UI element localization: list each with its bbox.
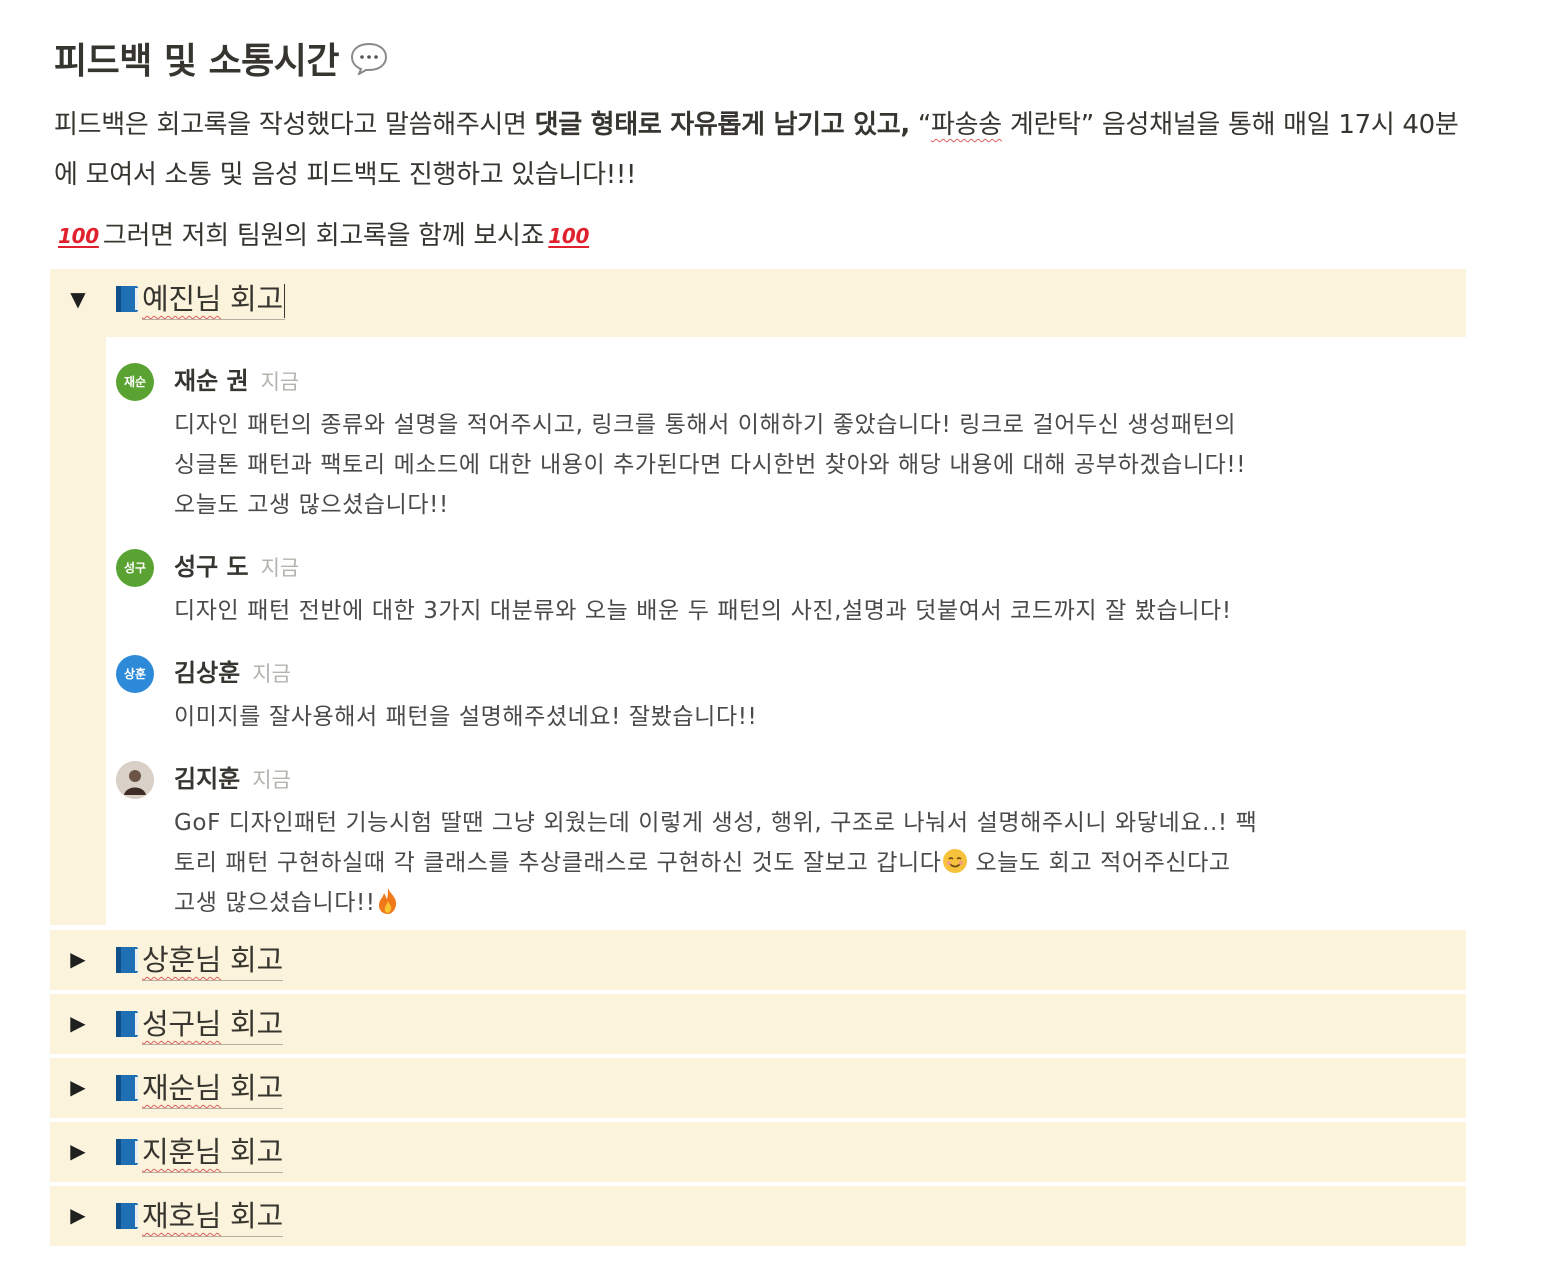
- toggle-title-suffix: 회고: [221, 1007, 283, 1041]
- toggle-block-jaeho[interactable]: ▶ 재호님 회고: [50, 1186, 1466, 1246]
- paragraph-bold: 댓글 형태로 자유롭게 남기고 있고,: [534, 110, 911, 140]
- toggle-arrow-down-icon[interactable]: ▼: [66, 287, 90, 311]
- heading-text: 피드백 및 소통시간: [54, 41, 340, 82]
- toggle-block-jihun[interactable]: ▶ 지훈님 회고: [50, 1122, 1466, 1182]
- comment-body: 디자인 패턴 전반에 대한 3가지 대분류와 오늘 배운 두 패턴의 사진,설명…: [174, 591, 1464, 631]
- author-name: 성구 도: [174, 553, 249, 581]
- toggle-block-yejin: ▼ 예진님 회고 재순 재순 권 지금 디자인 패턴의 종류와 설명을 적어주시고…: [50, 269, 1466, 925]
- toggle-title-suffix: 회고: [221, 282, 283, 316]
- comment-line: 이미지를 잘사용해서 패턴을 설명해주셨네요! 잘봤습니다!!: [174, 704, 758, 730]
- feedback-paragraph: 피드백은 회고록을 작성했다고 말씀해주시면 댓글 형태로 자유롭게 남기고 있…: [54, 100, 1474, 200]
- blue-book-icon: [116, 1011, 138, 1037]
- avatar: 성구: [116, 549, 154, 587]
- comment-line: 디자인 패턴의 종류와 설명을 적어주시고, 링크를 통해서 이해하기 좋았습니…: [174, 412, 1237, 438]
- toggle-title[interactable]: 성구님 회고: [142, 1004, 283, 1045]
- channel-name: 파송송: [931, 110, 1002, 140]
- toggle-title-name: 지훈님: [142, 1135, 222, 1169]
- toggle-title-suffix: 회고: [221, 1199, 283, 1233]
- paragraph-text: 피드백은 회고록을 작성했다고 말씀해주시면: [54, 110, 535, 140]
- toggle-title-suffix: 회고: [221, 943, 283, 977]
- author-name: 김상훈: [174, 659, 241, 687]
- hundred-points-icon: 100: [58, 224, 99, 248]
- blue-book-icon: [116, 1203, 138, 1229]
- toggle-title[interactable]: 상훈님 회고: [142, 940, 283, 981]
- comment-author: 성구 도 지금: [174, 549, 299, 586]
- toggle-block-seonggu[interactable]: ▶ 성구님 회고: [50, 994, 1466, 1054]
- toggle-arrow-right-icon[interactable]: ▶: [66, 1075, 90, 1099]
- toggle-title[interactable]: 재호님 회고: [142, 1196, 283, 1237]
- toggle-title[interactable]: 재순님 회고: [142, 1068, 283, 1109]
- author-name: 김지훈: [174, 765, 241, 793]
- section-heading: 피드백 및 소통시간: [54, 32, 389, 84]
- comment-time: 지금: [252, 662, 291, 686]
- toggle-header[interactable]: ▼ 예진님 회고: [50, 269, 1466, 331]
- toggle-block-sanghun[interactable]: ▶ 상훈님 회고: [50, 930, 1466, 990]
- comment-author: 재순 권 지금: [174, 363, 299, 400]
- comment-line: 토리 패턴 구현하실때 각 클래스를 추상클래스로 구현하신 것도 잘보고 갑니…: [174, 850, 942, 876]
- comment-time: 지금: [260, 370, 300, 394]
- page: 피드백 및 소통시간 피드백은 회고록을 작성했다고 말씀해주시면 댓글 형태로…: [0, 0, 1544, 1274]
- comment-body: 이미지를 잘사용해서 패턴을 설명해주셨네요! 잘봤습니다!!: [174, 697, 1464, 737]
- comment-body: GoF 디자인패턴 기능시험 딸땐 그냥 외웠는데 이렇게 생성, 행위, 구조…: [174, 803, 1464, 923]
- toggle-title-name: 성구님: [142, 1007, 222, 1041]
- avatar: [116, 761, 154, 799]
- toggle-title-name: 예진님: [142, 282, 222, 316]
- speech-bubble-icon: [351, 42, 388, 75]
- toggle-title-name: 재호님: [142, 1199, 222, 1233]
- blue-book-icon: [116, 1139, 138, 1165]
- text-cursor: [283, 284, 285, 318]
- toggle-title-suffix: 회고: [221, 1135, 283, 1169]
- smiling-face-icon: [942, 849, 967, 873]
- comment-line: GoF 디자인패턴 기능시험 딸땐 그냥 외웠는데 이렇게 생성, 행위, 구조…: [174, 810, 1258, 836]
- avatar: 재순: [116, 363, 154, 401]
- comment-time: 지금: [252, 768, 291, 792]
- toggle-arrow-right-icon[interactable]: ▶: [66, 1203, 90, 1227]
- toggle-title-name: 상훈님: [142, 943, 222, 977]
- comment-time: 지금: [260, 556, 300, 580]
- blue-book-icon: [116, 947, 138, 973]
- blue-book-icon: [116, 286, 138, 312]
- comment-line: 오늘도 회고 적어주신다고: [967, 850, 1231, 876]
- comment-line: 오늘도 고생 많으셨습니다!!: [174, 492, 449, 518]
- intro-line: 100 그러면 저희 팀원의 회고록을 함께 보시죠 100: [54, 214, 593, 258]
- comment-author: 김지훈 지금: [174, 761, 291, 798]
- toggle-title-name: 재순님: [142, 1071, 222, 1105]
- toggle-title-suffix: 회고: [221, 1071, 283, 1105]
- toggle-arrow-right-icon[interactable]: ▶: [66, 1011, 90, 1035]
- comment-thread: 재순 재순 권 지금 디자인 패턴의 종류와 설명을 적어주시고, 링크를 통해서…: [106, 337, 1466, 925]
- paragraph-quote-open: “: [909, 110, 932, 140]
- comment-author: 김상훈 지금: [174, 655, 291, 692]
- fire-icon: [378, 888, 396, 914]
- toggle-arrow-right-icon[interactable]: ▶: [66, 1139, 90, 1163]
- comment-body: 디자인 패턴의 종류와 설명을 적어주시고, 링크를 통해서 이해하기 좋았습니…: [174, 405, 1464, 525]
- comment-line: 싱글톤 패턴과 팩토리 메소드에 대한 내용이 추가된다면 다시한번 찾아와 해…: [174, 452, 1247, 478]
- blue-book-icon: [116, 1075, 138, 1101]
- avatar: 상훈: [116, 655, 154, 693]
- toggle-arrow-right-icon[interactable]: ▶: [66, 947, 90, 971]
- hundred-points-icon: 100: [548, 224, 590, 248]
- author-name: 재순 권: [174, 367, 249, 395]
- comment-line: 고생 많으셨습니다!!: [174, 890, 376, 916]
- toggle-block-jaesoon[interactable]: ▶ 재순님 회고: [50, 1058, 1466, 1118]
- toggle-title[interactable]: 예진님 회고: [142, 279, 285, 320]
- intro-text: 그러면 저희 팀원의 회고록을 함께 보시죠: [102, 221, 545, 251]
- comment-line: 디자인 패턴 전반에 대한 3가지 대분류와 오늘 배운 두 패턴의 사진,설명…: [174, 598, 1232, 624]
- toggle-title[interactable]: 지훈님 회고: [142, 1132, 283, 1173]
